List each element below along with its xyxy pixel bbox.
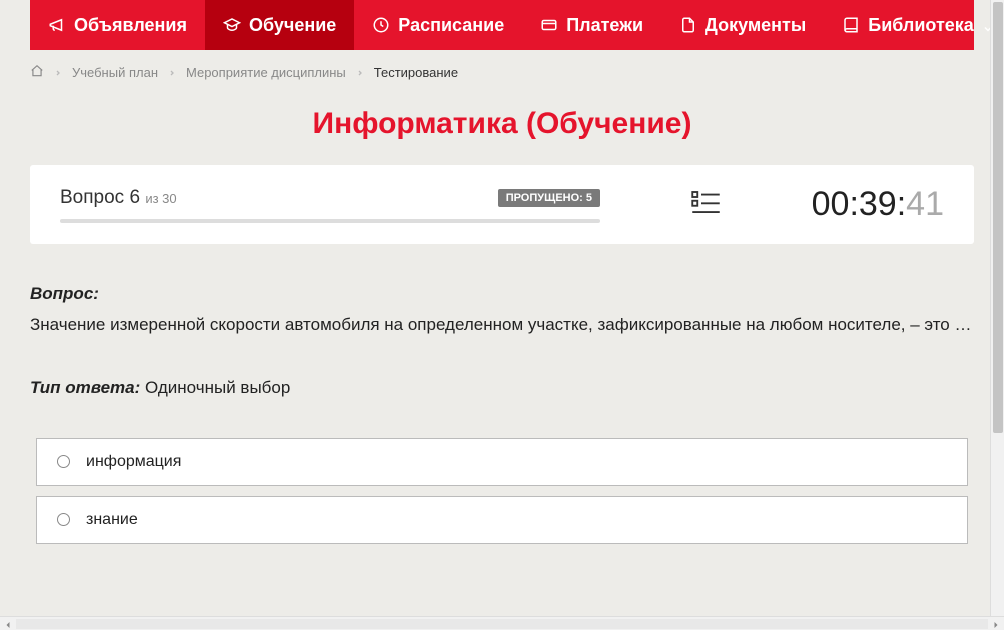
page-title: Информатика (Обучение) [0,107,1004,141]
timer: 00:39:41 [812,185,944,224]
chevron-right-icon [54,65,62,80]
progress-bar [60,219,600,223]
scrollbar-thumb[interactable] [993,2,1003,433]
option-text: знание [86,511,138,529]
question-list-icon[interactable] [691,189,721,220]
breadcrumb-item-current: Тестирование [374,65,458,80]
skipped-badge: ПРОПУЩЕНО: 5 [498,189,600,207]
question-indicator: Вопрос 6 из 30 [60,187,177,209]
nav-label: Расписание [398,15,504,36]
graduation-icon [223,16,241,34]
breadcrumb-item[interactable]: Учебный план [72,65,158,80]
card-icon [540,16,558,34]
scrollbar-track[interactable] [16,619,988,629]
breadcrumb-item[interactable]: Мероприятие дисциплины [186,65,346,80]
megaphone-icon [48,16,66,34]
nav-library[interactable]: Библиотека [824,0,1004,50]
timer-main: 00:39: [812,185,907,223]
nav-learning[interactable]: Обучение [205,0,354,50]
nav-label: Объявления [74,15,187,36]
horizontal-scrollbar[interactable] [0,616,1004,630]
nav-label: Платежи [566,15,643,36]
answer-type-value: Одиночный выбор [145,378,290,397]
scroll-right-icon[interactable] [990,618,1002,630]
clock-icon [372,16,390,34]
question-number: 6 [129,187,140,208]
nav-label: Документы [705,15,806,36]
nav-payments[interactable]: Платежи [522,0,661,50]
nav-documents[interactable]: Документы [661,0,824,50]
question-label: Вопрос: [30,284,974,304]
chevron-right-icon [168,65,176,80]
question-content: Вопрос: Значение измеренной скорости авт… [30,244,974,564]
breadcrumb: Учебный план Мероприятие дисциплины Тест… [0,50,1004,95]
nav-label: Обучение [249,15,336,36]
option-item[interactable]: знание [36,496,968,544]
status-panel: Вопрос 6 из 30 ПРОПУЩЕНО: 5 00:39:41 [30,165,974,244]
scroll-left-icon[interactable] [2,618,14,630]
nav-announcements[interactable]: Объявления [30,0,205,50]
doc-icon [679,16,697,34]
home-icon[interactable] [30,64,44,81]
answer-type-label: Тип ответа: [30,378,140,397]
timer-seconds: 41 [906,185,944,223]
nav-label: Библиотека [868,15,974,36]
question-word: Вопрос [60,187,124,208]
radio-icon [57,455,70,468]
vertical-scrollbar[interactable] [990,0,1004,616]
book-icon [842,16,860,34]
option-text: информация [86,453,181,471]
of-word: из [145,191,158,206]
answer-type-line: Тип ответа: Одиночный выбор [30,378,974,398]
radio-icon [57,513,70,526]
chevron-right-icon [356,65,364,80]
question-text: Значение измеренной скорости автомобиля … [30,312,974,338]
nav-schedule[interactable]: Расписание [354,0,522,50]
question-total: 30 [162,191,176,206]
top-nav: Объявления Обучение Расписание Платежи Д… [30,0,974,50]
option-item[interactable]: информация [36,438,968,486]
options-list: информация знание [30,438,974,544]
